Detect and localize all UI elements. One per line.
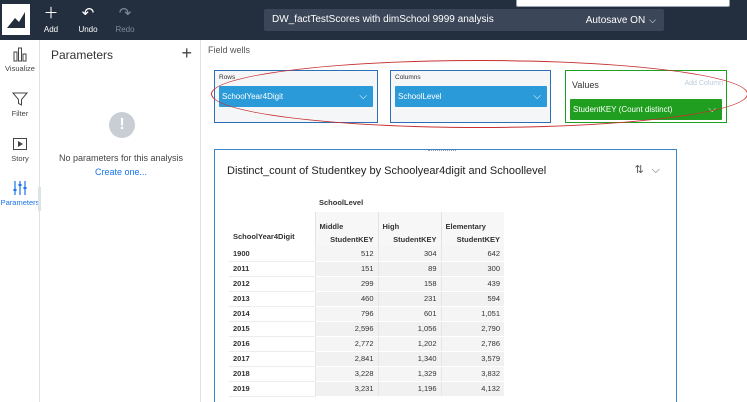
table-cell[interactable]: 2,786 bbox=[440, 336, 504, 352]
row-field-header[interactable]: SchoolYear4Digit bbox=[229, 232, 315, 246]
column-header-elementary[interactable]: Elementary bbox=[440, 212, 504, 232]
row-key[interactable]: 2018 bbox=[229, 366, 315, 382]
table-cell[interactable]: 89 bbox=[377, 261, 441, 277]
table-cell[interactable]: 2,596 bbox=[314, 321, 378, 337]
create-parameter-link[interactable]: Create one... bbox=[41, 167, 201, 177]
column-header-high[interactable]: High bbox=[377, 212, 441, 232]
parameters-panel: Parameters + ! No parameters for this an… bbox=[41, 40, 201, 402]
left-rail: Visualize Filter Story Parameters bbox=[0, 40, 41, 402]
story-icon bbox=[13, 138, 27, 150]
table-cell[interactable]: 594 bbox=[440, 291, 504, 307]
row-key[interactable]: 2016 bbox=[229, 336, 315, 352]
row-key[interactable]: 2015 bbox=[229, 321, 315, 337]
table-cell[interactable]: 1,202 bbox=[377, 336, 441, 352]
table-cell[interactable]: 642 bbox=[440, 246, 504, 262]
chevron-down-icon: ⌵ bbox=[649, 15, 656, 25]
table-cell[interactable]: 3,832 bbox=[440, 366, 504, 382]
row-key[interactable]: 2012 bbox=[229, 276, 315, 292]
funnel-icon bbox=[12, 92, 28, 106]
pivot-table: SchoolLevel Middle High Elementary Schoo… bbox=[229, 192, 504, 397]
table-cell[interactable]: 231 bbox=[377, 291, 441, 307]
table-cell[interactable]: 3,228 bbox=[314, 366, 378, 382]
measure-header[interactable]: StudentKEY bbox=[377, 232, 441, 246]
table-cell[interactable]: 1,340 bbox=[377, 351, 441, 367]
drag-handle[interactable] bbox=[428, 150, 456, 153]
table-row: 2014 796 601 1,051 bbox=[229, 306, 504, 322]
chevron-down-icon[interactable]: ⌵ bbox=[652, 164, 660, 176]
rail-item-parameters[interactable]: Parameters bbox=[0, 180, 40, 207]
table-row: 2013 460 231 594 bbox=[229, 291, 504, 307]
visual-toolbar: ⇅ ⌵ bbox=[626, 163, 660, 177]
table-row: 2011 151 89 300 bbox=[229, 261, 504, 277]
undo-icon: ↶ bbox=[81, 5, 95, 22]
table-cell[interactable]: 3,579 bbox=[440, 351, 504, 367]
table-cell[interactable]: 439 bbox=[440, 276, 504, 292]
row-key[interactable]: 2013 bbox=[229, 291, 315, 307]
analysis-title[interactable]: DW_factTestScores with dimSchool 9999 an… bbox=[264, 9, 664, 31]
search-box[interactable] bbox=[516, 0, 730, 7]
redo-button[interactable]: ↷ Redo bbox=[107, 5, 143, 34]
table-cell[interactable]: 601 bbox=[377, 306, 441, 322]
annotation-ellipse bbox=[211, 60, 747, 128]
undo-button[interactable]: ↶ Undo bbox=[70, 5, 106, 34]
rail-item-story[interactable]: Story bbox=[0, 136, 40, 163]
swap-axes-icon[interactable]: ⇅ bbox=[634, 164, 643, 176]
table-cell[interactable]: 158 bbox=[377, 276, 441, 292]
empty-message: No parameters for this analysis bbox=[58, 153, 184, 163]
table-row: 1900 512 304 642 bbox=[229, 246, 504, 262]
table-cell[interactable]: 299 bbox=[314, 276, 378, 292]
table-row: 2017 2,841 1,340 3,579 bbox=[229, 351, 504, 367]
table-row: 2019 3,231 1,196 4,132 bbox=[229, 381, 504, 397]
rail-item-visualize[interactable]: Visualize bbox=[0, 46, 40, 73]
row-key[interactable]: 2017 bbox=[229, 351, 315, 367]
table-cell[interactable]: 512 bbox=[314, 246, 378, 262]
top-toolbar: ＋ Add ↶ Undo ↷ Redo DW_factTestScores wi… bbox=[0, 0, 747, 40]
add-parameter-button[interactable]: + bbox=[181, 43, 192, 64]
table-cell[interactable]: 1,056 bbox=[377, 321, 441, 337]
parameters-title: Parameters bbox=[51, 48, 114, 62]
table-cell[interactable]: 796 bbox=[314, 306, 378, 322]
measure-header[interactable]: StudentKEY bbox=[314, 232, 378, 246]
table-row: 2015 2,596 1,056 2,790 bbox=[229, 321, 504, 337]
table-cell[interactable]: 1,051 bbox=[440, 306, 504, 322]
measure-header[interactable]: StudentKEY bbox=[440, 232, 504, 246]
redo-icon: ↷ bbox=[118, 5, 132, 22]
column-header-middle[interactable]: Middle bbox=[314, 212, 378, 232]
table-row: 2018 3,228 1,329 3,832 bbox=[229, 366, 504, 382]
sliders-icon bbox=[13, 181, 27, 195]
table-row: 2012 299 158 439 bbox=[229, 276, 504, 292]
table-cell[interactable]: 300 bbox=[440, 261, 504, 277]
table-cell[interactable]: 1,329 bbox=[377, 366, 441, 382]
pivot-table-visual[interactable]: Distinct_count of Studentkey by Schoolye… bbox=[214, 149, 677, 402]
rail-item-filter[interactable]: Filter bbox=[0, 91, 40, 118]
row-key[interactable]: 1900 bbox=[229, 246, 315, 262]
add-button[interactable]: ＋ Add bbox=[33, 5, 69, 34]
plus-icon: ＋ bbox=[43, 5, 59, 22]
table-cell[interactable]: 2,790 bbox=[440, 321, 504, 337]
field-wells-label[interactable]: Field wells bbox=[208, 45, 250, 55]
visual-title: Distinct_count of Studentkey by Schoolye… bbox=[227, 165, 547, 177]
column-field-header[interactable]: SchoolLevel bbox=[315, 192, 504, 212]
table-cell[interactable]: 2,772 bbox=[314, 336, 378, 352]
bar-chart-icon bbox=[13, 47, 27, 62]
autosave-toggle[interactable]: Autosave ON ⌵ bbox=[586, 9, 656, 32]
table-cell[interactable]: 3,231 bbox=[314, 381, 378, 397]
table-cell[interactable]: 1,196 bbox=[377, 381, 441, 397]
table-cell[interactable]: 2,841 bbox=[314, 351, 378, 367]
table-cell[interactable]: 4,132 bbox=[440, 381, 504, 397]
table-cell[interactable]: 460 bbox=[314, 291, 378, 307]
table-row: 2016 2,772 1,202 2,786 bbox=[229, 336, 504, 352]
row-key[interactable]: 2019 bbox=[229, 381, 315, 397]
table-cell[interactable]: 304 bbox=[377, 246, 441, 262]
alert-icon: ! bbox=[109, 112, 135, 138]
table-cell[interactable]: 151 bbox=[314, 261, 378, 277]
app-logo-icon[interactable] bbox=[2, 4, 30, 35]
row-key[interactable]: 2014 bbox=[229, 306, 315, 322]
row-key[interactable]: 2011 bbox=[229, 261, 315, 277]
